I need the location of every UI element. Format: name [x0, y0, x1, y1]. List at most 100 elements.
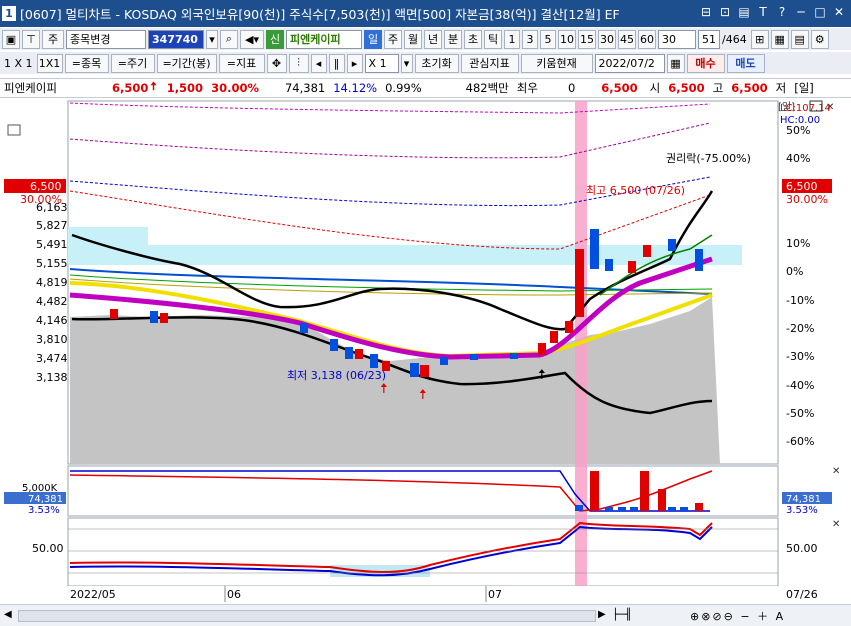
minimize-icon[interactable]: ─: [793, 4, 809, 21]
x-label-07: 07: [488, 588, 502, 601]
page-input[interactable]: 51: [698, 29, 720, 49]
table-icon[interactable]: ▤: [790, 29, 809, 49]
zoom-controls[interactable]: ⊕⊗⊘⊖ − ＋ A: [690, 608, 785, 624]
market-select[interactable]: 주: [42, 29, 64, 49]
layout-1x1-button[interactable]: 1X1: [36, 53, 63, 73]
interval-5[interactable]: 5: [540, 29, 556, 49]
volume-rate: 14.12%: [333, 81, 378, 95]
interval-input[interactable]: 30: [658, 29, 696, 49]
scroll-right-icon[interactable]: ▶: [598, 609, 606, 620]
link-icon[interactable]: ⊟: [698, 4, 714, 21]
reset-button[interactable]: 초기화: [414, 53, 459, 73]
restore-icon[interactable]: ⊡: [717, 4, 733, 21]
calendar-icon[interactable]: ▦: [666, 53, 685, 73]
period-second[interactable]: 초: [464, 29, 482, 49]
period-minute[interactable]: 분: [444, 29, 462, 49]
vol-left-val: 74,381: [28, 494, 63, 505]
window-title: [0607] 멀티차트 - KOSDAQ 외국인보유[90(천)] 주식수[7,…: [20, 7, 620, 22]
screen-number: 1: [2, 6, 16, 21]
font-icon[interactable]: T: [755, 4, 771, 21]
right-axis: 50% 40% 10% 0% -10% -20% -30% -40% -50% …: [786, 124, 814, 448]
turnover: 0.99%: [385, 81, 422, 95]
period-tag: [일]: [778, 101, 795, 113]
close-icon[interactable]: ✕: [831, 4, 847, 21]
add-stock-button[interactable]: =종목: [64, 53, 109, 73]
svg-text:4,819: 4,819: [36, 276, 68, 289]
volume-bar-2: [640, 471, 649, 511]
settings-icon[interactable]: ⚙: [810, 29, 829, 49]
svg-text:4,482: 4,482: [36, 295, 68, 308]
chart-area[interactable]: 🠅 🠅 🠅 권리락(-75.00%) 최고 6,500 (07/26) 최저 3…: [0, 99, 851, 604]
right-price-tag: 6,500: [786, 180, 818, 193]
date-input[interactable]: 2022/07/2: [594, 53, 665, 73]
change-rate: 30.00%: [211, 81, 259, 95]
pin-icon[interactable]: ⊤: [22, 29, 40, 49]
period-day[interactable]: 일: [364, 29, 382, 49]
quote-info-bar: 피엔케이피 6,500 🠅 1,500 30.00% 74,381 14.12%…: [0, 78, 851, 98]
interval-45[interactable]: 45: [618, 29, 636, 49]
menu-icon[interactable]: ▤: [736, 4, 752, 21]
add-range-button[interactable]: =기간(봉): [156, 53, 217, 73]
interval-1[interactable]: 1: [504, 29, 520, 49]
x-label-06: 06: [227, 588, 241, 601]
toolbar-stock: ▣ ⊤ 주 종목변경 347740 ▾ ⌕ ◀▾ 신 피엔케이피 일 주 월 년…: [0, 28, 851, 50]
period-tick[interactable]: 틱: [484, 29, 502, 49]
close-panel-icon-2[interactable]: ✕: [832, 519, 840, 530]
vol-right-pct: 3.53%: [786, 505, 818, 516]
right-pct-tag: 30.00%: [786, 193, 828, 206]
layout-text: 1 X 1: [4, 56, 33, 70]
svg-text:-30%: -30%: [786, 350, 814, 363]
signal-arrow-black: 🠅: [538, 367, 546, 383]
left-price-tag: 6,500: [30, 180, 62, 193]
help-icon[interactable]: ?: [774, 4, 790, 21]
scroll-left-icon[interactable]: ◀: [4, 609, 12, 620]
svg-text:3,138: 3,138: [36, 371, 68, 384]
split-dropdown-icon[interactable]: ▾: [400, 53, 413, 73]
interval-3[interactable]: 3: [522, 29, 538, 49]
chart-svg[interactable]: 🠅 🠅 🠅 권리락(-75.00%) 최고 6,500 (07/26) 최저 3…: [0, 99, 851, 604]
close-panel-icon-1[interactable]: ✕: [832, 466, 840, 477]
crosshair-icon[interactable]: ✥: [266, 53, 287, 73]
stock-code-input[interactable]: 347740: [148, 29, 204, 49]
period-month[interactable]: 월: [404, 29, 422, 49]
grid-icon[interactable]: ⊞: [750, 29, 769, 49]
up-arrow-icon: 🠅: [150, 78, 157, 93]
bg-band-left: [68, 227, 148, 245]
maximize-icon[interactable]: □: [812, 4, 828, 21]
price-mode-select[interactable]: 키움현재: [520, 53, 593, 73]
new-badge: 신: [266, 29, 284, 49]
buy-button[interactable]: 매수: [686, 53, 725, 73]
interval-60[interactable]: 60: [638, 29, 656, 49]
chart-menu-icon[interactable]: [7, 124, 21, 136]
svg-text:-60%: -60%: [786, 435, 814, 448]
period-year[interactable]: 년: [424, 29, 442, 49]
speaker-icon[interactable]: ◀▾: [240, 29, 264, 49]
search-icon[interactable]: ⌕: [220, 29, 238, 49]
prev-icon[interactable]: ◂: [310, 53, 327, 73]
interval-30[interactable]: 30: [598, 29, 616, 49]
add-indicator-button[interactable]: =지표: [218, 53, 265, 73]
candle-icon[interactable]: ⫶: [288, 53, 309, 73]
chart-scrollbar[interactable]: ◀ ▶ ├─╢ ⊕⊗⊘⊖ − ＋ A: [0, 604, 851, 626]
period-week[interactable]: 주: [384, 29, 402, 49]
zoom-slider-icon[interactable]: ├─╢: [612, 608, 632, 621]
svg-text:5,827: 5,827: [36, 219, 68, 232]
buy-signal-arrow-2: 🠅: [419, 387, 427, 403]
period-label: [일]: [794, 81, 814, 95]
save-icon[interactable]: ▦: [770, 29, 789, 49]
dropdown-icon[interactable]: ▾: [206, 29, 218, 49]
stock-change-select[interactable]: 종목변경: [66, 29, 146, 49]
pause-icon[interactable]: ‖: [328, 53, 345, 73]
add-period-button[interactable]: =주기: [110, 53, 155, 73]
svg-text:-40%: -40%: [786, 379, 814, 392]
layout-icon[interactable]: ▣: [2, 29, 20, 49]
panel-close-icon[interactable]: ✕: [826, 102, 834, 113]
fav-indicator-button[interactable]: 관심지표: [460, 53, 519, 73]
split-input[interactable]: X 1: [364, 53, 399, 73]
interval-10[interactable]: 10: [558, 29, 576, 49]
price-change: 1,500: [166, 81, 204, 95]
next-icon[interactable]: ▸: [346, 53, 363, 73]
interval-15[interactable]: 15: [578, 29, 596, 49]
sell-button[interactable]: 매도: [726, 53, 765, 73]
scroll-track[interactable]: [18, 610, 596, 622]
